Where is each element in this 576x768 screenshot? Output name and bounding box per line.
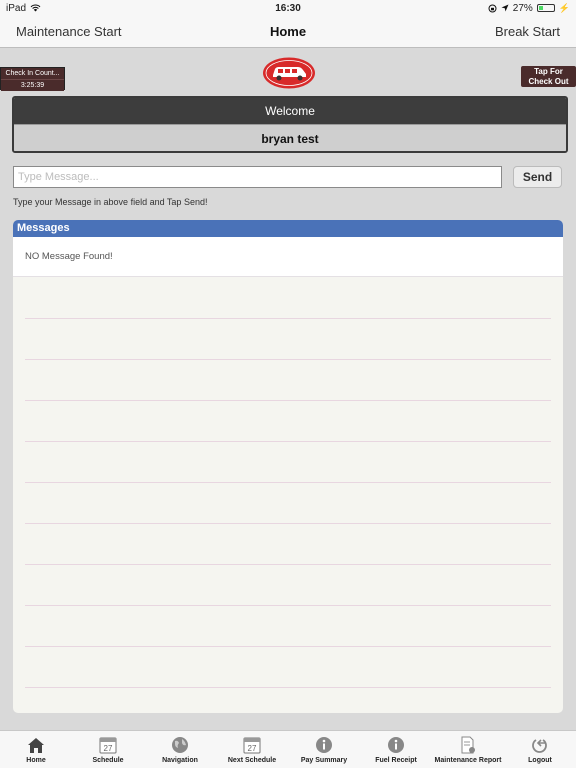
composer-hint: Type your Message in above field and Tap… bbox=[13, 197, 208, 207]
ruled-lines bbox=[13, 277, 563, 713]
check-out-button[interactable]: Tap For Check Out bbox=[521, 66, 576, 87]
check-out-line2: Check Out bbox=[528, 76, 569, 86]
status-bar: iPad 16:30 27% ⚡ bbox=[0, 0, 576, 16]
battery-percent: 27% bbox=[512, 2, 533, 14]
check-in-counter[interactable]: Check In Count... 3:25:39 bbox=[0, 67, 65, 91]
tab-label: Next Schedule bbox=[227, 757, 277, 764]
calendar-day: 27 bbox=[248, 744, 257, 753]
check-in-label: Check In Count... bbox=[5, 70, 60, 77]
ruled-line bbox=[25, 359, 551, 360]
info-icon bbox=[386, 735, 406, 755]
tab-home[interactable]: Home bbox=[0, 731, 72, 768]
globe-icon bbox=[170, 735, 190, 755]
status-right: 27% ⚡ bbox=[488, 3, 570, 14]
break-start-button[interactable]: Break Start bbox=[495, 24, 560, 39]
orientation-lock-icon bbox=[488, 4, 497, 12]
ruled-line bbox=[25, 482, 551, 483]
tab-fuel-receipt[interactable]: Fuel Receipt bbox=[360, 731, 432, 768]
tab-label: Pay Summary bbox=[300, 757, 348, 764]
wifi-icon bbox=[30, 4, 41, 12]
ruled-line bbox=[25, 441, 551, 442]
tab-logout[interactable]: Logout bbox=[504, 731, 576, 768]
tab-label: Maintenance Report bbox=[434, 757, 502, 764]
charging-bolt-icon: ⚡ bbox=[558, 2, 570, 13]
messages-panel: Messages NO Message Found! bbox=[13, 220, 563, 713]
ruled-line bbox=[25, 400, 551, 401]
check-out-line1: Tap For bbox=[534, 67, 563, 76]
check-in-timer: 3:25:39 bbox=[1, 79, 64, 91]
tab-label: Logout bbox=[528, 757, 552, 764]
tab-next-schedule[interactable]: 27 Next Schedule bbox=[216, 731, 288, 768]
tab-label: Schedule bbox=[92, 757, 124, 764]
welcome-panel: Welcome bryan test bbox=[12, 96, 568, 153]
tab-navigation[interactable]: Navigation bbox=[144, 731, 216, 768]
logout-icon bbox=[530, 735, 550, 755]
user-name: bryan test bbox=[14, 124, 566, 151]
empty-message-row: NO Message Found! bbox=[13, 237, 563, 277]
nav-bar: Maintenance Start Home Break Start bbox=[0, 16, 576, 48]
company-logo bbox=[263, 57, 315, 89]
battery-fill bbox=[538, 6, 543, 10]
maintenance-start-button[interactable]: Maintenance Start bbox=[16, 24, 122, 39]
tab-label: Home bbox=[26, 757, 46, 764]
welcome-heading: Welcome bbox=[14, 98, 566, 124]
home-icon bbox=[26, 735, 46, 755]
calendar-day: 27 bbox=[104, 744, 113, 753]
message-input[interactable] bbox=[13, 166, 502, 188]
status-left: iPad bbox=[6, 3, 41, 14]
ruled-line bbox=[25, 318, 551, 319]
tab-schedule[interactable]: 27 Schedule bbox=[72, 731, 144, 768]
tab-bar: Home 27 Schedule Navigation 27 Next Sche… bbox=[0, 730, 576, 768]
ruled-line bbox=[25, 687, 551, 688]
info-icon bbox=[314, 735, 334, 755]
tab-pay-summary[interactable]: Pay Summary bbox=[288, 731, 360, 768]
calendar-icon: 27 bbox=[242, 735, 262, 755]
send-button[interactable]: Send bbox=[513, 166, 562, 188]
messages-heading: Messages bbox=[13, 220, 563, 237]
ruled-line bbox=[25, 564, 551, 565]
location-arrow-icon bbox=[501, 4, 509, 12]
calendar-icon: 27 bbox=[98, 735, 118, 755]
report-icon bbox=[458, 735, 478, 755]
tab-label: Navigation bbox=[162, 757, 198, 764]
device-name: iPad bbox=[6, 2, 27, 14]
tab-maintenance-report[interactable]: Maintenance Report bbox=[432, 731, 504, 768]
tab-label: Fuel Receipt bbox=[375, 757, 417, 764]
battery-icon bbox=[536, 4, 555, 12]
ruled-line bbox=[25, 523, 551, 524]
ruled-line bbox=[25, 646, 551, 647]
ruled-line bbox=[25, 605, 551, 606]
